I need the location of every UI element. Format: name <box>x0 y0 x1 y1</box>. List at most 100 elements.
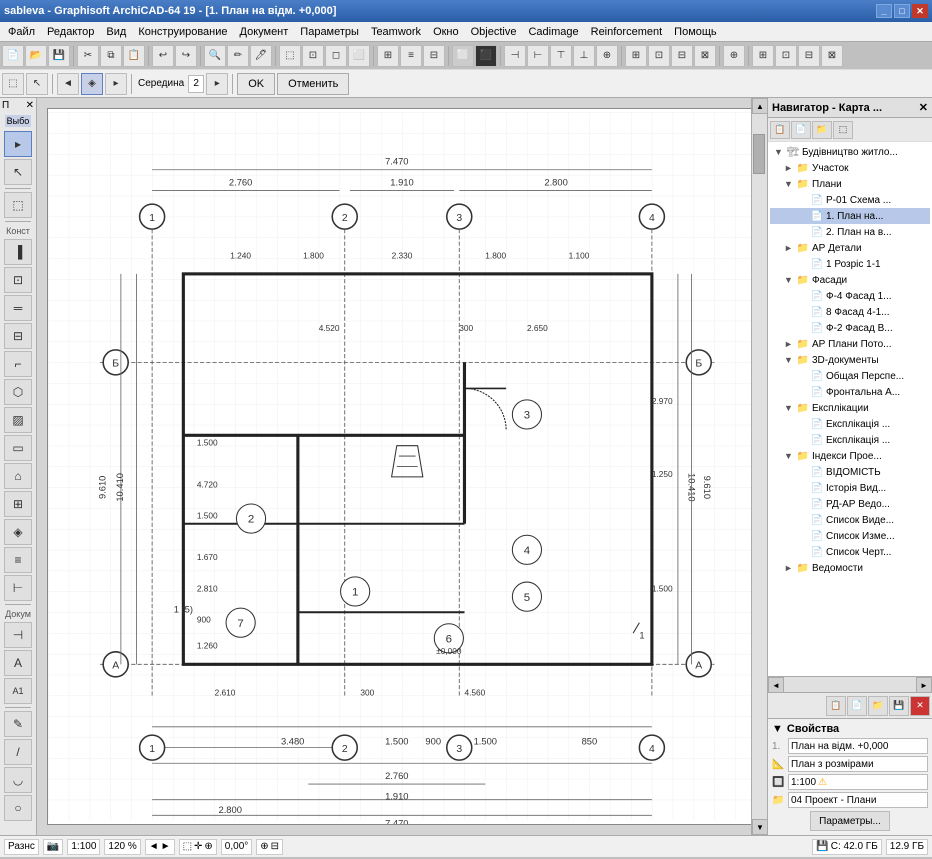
tool-mesh[interactable]: ⊞ <box>4 491 32 517</box>
tb-view1[interactable]: ⊞ <box>377 45 399 67</box>
tb-cut[interactable]: ✂ <box>77 45 99 67</box>
tree-item-spizm[interactable]: 📄 Список Изме... <box>770 528 930 544</box>
tree-item-spchert[interactable]: 📄 Список Черт... <box>770 544 930 560</box>
scroll-up-button[interactable]: ▲ <box>752 98 767 114</box>
nav-btn-view[interactable]: ⬚ <box>833 121 853 139</box>
nav-btn-map[interactable]: 📋 <box>770 121 790 139</box>
nav-bottom-open[interactable]: 📄 <box>847 696 867 716</box>
canvas-area[interactable]: 7.470 2.760 1.910 2.800 1 2 3 4 <box>37 98 767 835</box>
tb2-forward[interactable]: ◈ <box>81 73 103 95</box>
tb-pen[interactable]: ✏ <box>227 45 249 67</box>
tree-item-expl1[interactable]: 📄 Екcплікація ... <box>770 416 930 432</box>
tool-text[interactable]: A <box>4 650 32 676</box>
tb-dim2[interactable]: ⊢ <box>527 45 549 67</box>
horizontal-scrollbar[interactable] <box>784 677 916 692</box>
minimize-button[interactable]: _ <box>876 4 892 18</box>
tb-redo[interactable]: ↪ <box>175 45 197 67</box>
tb-dim1[interactable]: ⊣ <box>504 45 526 67</box>
menu-cadimage[interactable]: Cadimage <box>522 24 584 40</box>
tree-item-building[interactable]: ▼ 🏗 Будівництво житло... <box>770 144 930 160</box>
tree-item-r01[interactable]: 📄 Р-01 Схема ... <box>770 192 930 208</box>
tb-zoom-find[interactable]: 🔍 <box>204 45 226 67</box>
tb-dim5[interactable]: ⊕ <box>596 45 618 67</box>
tree-item-ar-plani[interactable]: ► 📁 АР Плани Пото... <box>770 336 930 352</box>
menu-edit[interactable]: Редактор <box>41 24 100 40</box>
tree-item-spvid[interactable]: 📄 Список Виде... <box>770 512 930 528</box>
tool-marquee[interactable]: ⬚ <box>4 192 32 218</box>
tree-item-vidomist[interactable]: 📄 ВІДОМІСТЬ <box>770 464 930 480</box>
vertical-scrollbar[interactable]: ▲ ▼ <box>751 98 767 835</box>
tool-beam[interactable]: ═ <box>4 295 32 321</box>
nav-left-icon[interactable]: ◄ <box>149 841 159 852</box>
tb-view2[interactable]: ≡ <box>400 45 422 67</box>
nav-btn-folder[interactable]: 📁 <box>812 121 832 139</box>
tb-copy[interactable]: ⧉ <box>100 45 122 67</box>
tree-item-persp[interactable]: 📄 Общая Перспе... <box>770 368 930 384</box>
left-panel-close[interactable]: ✕ <box>26 100 34 111</box>
nav-bottom-save[interactable]: 💾 <box>889 696 909 716</box>
nav-btn-list[interactable]: 📄 <box>791 121 811 139</box>
tool-draw[interactable]: ✎ <box>4 711 32 737</box>
navigator-close[interactable]: ✕ <box>919 101 928 114</box>
tree-item-plan2[interactable]: 📄 2. План на в... <box>770 224 930 240</box>
tb-3d1[interactable]: ⊞ <box>625 45 647 67</box>
tb-view3[interactable]: ⊟ <box>423 45 445 67</box>
tree-item-plan1[interactable]: 📄 1. План на... <box>770 208 930 224</box>
tool-fill[interactable]: ▨ <box>4 407 32 433</box>
tool-stair[interactable]: ≡ <box>4 547 32 573</box>
tb-nav3[interactable]: ⊟ <box>798 45 820 67</box>
tb-extra[interactable]: ⊕ <box>723 45 745 67</box>
tb-select3[interactable]: ◻ <box>325 45 347 67</box>
menu-help[interactable]: Помощь <box>668 24 723 40</box>
menu-params[interactable]: Параметры <box>294 24 365 40</box>
tree-item-3d[interactable]: ▼ 📁 3D-документы <box>770 352 930 368</box>
scroll-track[interactable] <box>752 114 767 819</box>
menu-document[interactable]: Документ <box>234 24 295 40</box>
tb2-arrow3[interactable]: ▸ <box>105 73 127 95</box>
tb-select4[interactable]: ⬜ <box>348 45 370 67</box>
tree-item-expl2[interactable]: 📄 Екcплікація ... <box>770 432 930 448</box>
cancel-button[interactable]: Отменить <box>277 73 349 95</box>
tree-item-front[interactable]: 📄 Фронтальна А... <box>770 384 930 400</box>
tree-item-vedomosti[interactable]: ► 📁 Ведомости <box>770 560 930 576</box>
tool-line[interactable]: / <box>4 739 32 765</box>
tb-paste[interactable]: 📋 <box>123 45 145 67</box>
tool-slab[interactable]: ▭ <box>4 435 32 461</box>
tool-column[interactable]: ⊡ <box>4 267 32 293</box>
tb-3d4[interactable]: ⊠ <box>694 45 716 67</box>
scroll-down-button[interactable]: ▼ <box>752 819 767 835</box>
tool-door[interactable]: ⌐ <box>4 351 32 377</box>
nav-scroll-left[interactable]: ◄ <box>768 677 784 693</box>
menu-file[interactable]: Файл <box>2 24 41 40</box>
tb-save[interactable]: 💾 <box>48 45 70 67</box>
menu-view[interactable]: Вид <box>100 24 132 40</box>
tb-nav2[interactable]: ⊡ <box>775 45 797 67</box>
menu-construct[interactable]: Конструирование <box>132 24 233 40</box>
tree-item-fasadi[interactable]: ▼ 📁 Фасади <box>770 272 930 288</box>
tree-item-indeksy[interactable]: ▼ 📁 Індекси Прое... <box>770 448 930 464</box>
tb-new[interactable]: 📄 <box>2 45 24 67</box>
tb-fill1[interactable]: ⬜ <box>452 45 474 67</box>
tool-circle[interactable]: ○ <box>4 795 32 821</box>
tb-undo[interactable]: ↩ <box>152 45 174 67</box>
status-scale[interactable]: 1:100 <box>67 839 100 855</box>
tb-nav1[interactable]: ⊞ <box>752 45 774 67</box>
close-button[interactable]: ✕ <box>912 4 928 18</box>
tree-item-rd[interactable]: 📄 РД-АР Ведо... <box>770 496 930 512</box>
tree-item-istoria[interactable]: 📄 Історія Вид... <box>770 480 930 496</box>
tool-dim[interactable]: ⊣ <box>4 622 32 648</box>
tool-roof[interactable]: ⌂ <box>4 463 32 489</box>
tb-3d3[interactable]: ⊟ <box>671 45 693 67</box>
ok-button[interactable]: OK <box>237 73 275 95</box>
tool-object[interactable]: ⬡ <box>4 379 32 405</box>
tb-nav4[interactable]: ⊠ <box>821 45 843 67</box>
params-button[interactable]: Параметры... <box>810 811 890 831</box>
nav-scroll-area[interactable]: ◄ ► <box>768 676 932 692</box>
tb-select2[interactable]: ⊡ <box>302 45 324 67</box>
nav-bottom-folder[interactable]: 📁 <box>868 696 888 716</box>
tb-dim3[interactable]: ⊤ <box>550 45 572 67</box>
tree-item-razrez[interactable]: 📄 1 Розріс 1-1 <box>770 256 930 272</box>
tb-dim4[interactable]: ⊥ <box>573 45 595 67</box>
tree-item-f8[interactable]: 📄 8 Фасад 4-1... <box>770 304 930 320</box>
nav-bottom-new[interactable]: 📋 <box>826 696 846 716</box>
